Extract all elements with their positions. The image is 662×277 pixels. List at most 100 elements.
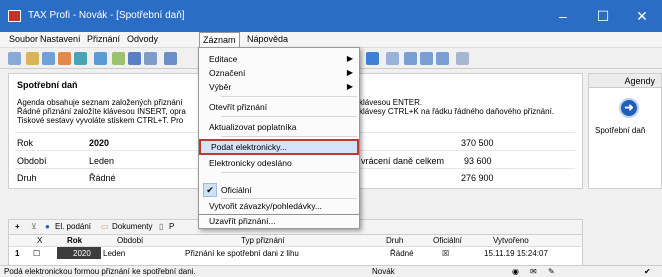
tab-dokumenty[interactable]: Dokumenty bbox=[112, 222, 152, 231]
menu-item-editace[interactable]: Editace ▶ bbox=[199, 52, 359, 66]
ok-icon: ✔ bbox=[644, 267, 651, 276]
field-value-right: 93 600 bbox=[464, 156, 492, 166]
mail-icon: ✉ bbox=[530, 267, 537, 276]
status-user: Novák bbox=[372, 267, 395, 276]
records-table: X Rok Období Typ přiznání Druh Oficiální… bbox=[8, 235, 583, 267]
tool-icon[interactable] bbox=[42, 52, 55, 65]
column-header[interactable]: Rok bbox=[67, 236, 82, 245]
tool-icon[interactable] bbox=[164, 52, 177, 65]
window-title: TAX Profi - Novák - [Spotřební daň] bbox=[28, 10, 185, 21]
pen-icon: ✎ bbox=[548, 267, 555, 276]
filter-icon[interactable]: ⊻ bbox=[31, 222, 37, 231]
menu-soubor[interactable]: Soubor bbox=[9, 34, 38, 44]
column-header[interactable]: Druh bbox=[386, 236, 403, 245]
cell-rok[interactable]: 2020 bbox=[73, 249, 91, 258]
tool-icon[interactable] bbox=[420, 52, 433, 65]
status-bar: Podá elektronickou formou přiznání ke sp… bbox=[0, 265, 662, 277]
tab-p[interactable]: P bbox=[169, 222, 174, 231]
menu-zaznam[interactable]: Záznam bbox=[199, 32, 240, 48]
menu-item-otevrit[interactable]: Otevřít přiznání bbox=[199, 100, 359, 114]
maximize-button[interactable]: ☐ bbox=[583, 0, 623, 32]
menu-napoveda[interactable]: Nápověda bbox=[247, 34, 288, 44]
tool-icon[interactable] bbox=[436, 52, 449, 65]
field-value-rok: 2020 bbox=[89, 138, 110, 148]
menu-bar: Soubor Nastavení Přiznání Odvody Záznam … bbox=[0, 32, 662, 48]
menu-separator bbox=[221, 116, 357, 117]
menu-item-oficialni[interactable]: Oficiální bbox=[199, 183, 359, 197]
zaznam-dropdown-tail: Uzavřít přiznání... bbox=[198, 215, 360, 229]
row-number: 1 bbox=[15, 249, 20, 258]
menu-item-vyber[interactable]: Výběr ▶ bbox=[199, 80, 359, 94]
menu-item-aktualizovat[interactable]: Aktualizovat poplatníka bbox=[199, 120, 359, 134]
status-message: Podá elektronickou formou přiznání ke sp… bbox=[4, 267, 196, 276]
tool-icon[interactable] bbox=[404, 52, 417, 65]
menu-item-oznaceni[interactable]: Označení ▶ bbox=[199, 66, 359, 80]
field-value-obdobi: Leden bbox=[89, 156, 115, 166]
table-header: X Rok Období Typ přiznání Druh Oficiální… bbox=[9, 235, 582, 247]
tool-icon[interactable] bbox=[94, 52, 107, 65]
menu-nastaveni[interactable]: Nastavení bbox=[40, 34, 81, 44]
column-header[interactable]: Vytvořeno bbox=[493, 236, 529, 245]
doc-icon: ▯ bbox=[159, 222, 164, 231]
cell-typ[interactable]: Přiznání ke spotřební dani z lihu bbox=[185, 249, 299, 258]
tool-icon[interactable] bbox=[456, 52, 469, 65]
column-header[interactable]: X bbox=[37, 236, 42, 245]
zaznam-dropdown: Editace ▶ Označení ▶ Výběr ▶ Otevřít při… bbox=[198, 47, 360, 215]
row-checkbox[interactable]: ☐ bbox=[33, 249, 40, 258]
submenu-arrow-icon: ▶ bbox=[346, 82, 353, 91]
field-value-druh: Řádné bbox=[89, 173, 116, 183]
menu-item-podat-elektronicky[interactable]: Podat elektronicky... bbox=[199, 139, 359, 155]
menu-item-uzavrit[interactable]: Uzavřít přiznání... bbox=[199, 215, 359, 227]
folder-icon: ▭ bbox=[101, 222, 109, 231]
tool-icon[interactable] bbox=[74, 52, 87, 65]
cell-vytvoreno[interactable]: 15.11.19 15:24:07 bbox=[484, 249, 548, 258]
tool-icon[interactable] bbox=[8, 52, 21, 65]
title-bar: TAX Profi - Novák - [Spotřební daň] – ☐ … bbox=[0, 0, 662, 32]
menu-item-elektronicky-odeslano[interactable]: Elektronicky odesláno bbox=[199, 156, 359, 170]
menu-separator bbox=[221, 136, 357, 137]
description-line: Agenda obsahuje seznam založených přizná… bbox=[17, 98, 183, 107]
agenda-label[interactable]: Spotřební daň bbox=[595, 126, 645, 135]
menu-separator bbox=[221, 198, 357, 199]
tab-el-podani[interactable]: El. podání bbox=[55, 222, 91, 231]
cell-druh[interactable]: Řádné bbox=[390, 249, 414, 258]
column-header[interactable]: Oficiální bbox=[433, 236, 462, 245]
field-label-right: vrácení daně celkem bbox=[361, 156, 445, 166]
field-label-obdobi: Období bbox=[17, 156, 47, 166]
agenda-icon[interactable]: ➜ bbox=[619, 98, 639, 118]
submenu-arrow-icon: ▶ bbox=[346, 54, 353, 63]
column-header[interactable]: Typ přiznání bbox=[241, 236, 285, 245]
add-icon[interactable]: + bbox=[15, 222, 20, 231]
field-value-right: 370 500 bbox=[461, 138, 494, 148]
menu-separator bbox=[221, 172, 357, 173]
field-label-rok: Rok bbox=[17, 138, 34, 148]
globe-icon: ● bbox=[45, 222, 50, 231]
tool-icon[interactable] bbox=[366, 52, 379, 65]
description-line: Řádné přiznání založíte klávesou INSERT,… bbox=[17, 107, 186, 116]
agendy-header: Agendy bbox=[589, 74, 661, 88]
page-title: Spotřební daň bbox=[17, 80, 78, 90]
field-label-druh: Druh bbox=[17, 173, 37, 183]
minimize-button[interactable]: – bbox=[543, 0, 583, 32]
cell-oficialni[interactable]: ☒ bbox=[442, 249, 449, 258]
close-button[interactable]: ✕ bbox=[622, 0, 662, 32]
description-line: klávesou ENTER. bbox=[359, 98, 423, 107]
tool-icon[interactable] bbox=[144, 52, 157, 65]
field-value-right: 276 900 bbox=[461, 173, 494, 183]
menu-priznani[interactable]: Přiznání bbox=[87, 34, 120, 44]
tool-icon[interactable] bbox=[112, 52, 125, 65]
description-line: Tiskové sestavy vyvoláte stiskem CTRL+T.… bbox=[17, 116, 184, 125]
tool-icon[interactable] bbox=[386, 52, 399, 65]
description-line: klávesy CTRL+K na řádku řádného daňového… bbox=[359, 107, 555, 116]
tool-icon[interactable] bbox=[58, 52, 71, 65]
menu-odvody[interactable]: Odvody bbox=[127, 34, 158, 44]
column-header[interactable]: Období bbox=[117, 236, 143, 245]
menu-separator bbox=[221, 96, 357, 97]
cell-obdobi[interactable]: Leden bbox=[103, 249, 125, 258]
submenu-arrow-icon: ▶ bbox=[346, 68, 353, 77]
tool-icon[interactable] bbox=[128, 52, 141, 65]
menu-item-vytvorit-zavazky[interactable]: Vytvořit závazky/pohledávky... bbox=[199, 200, 359, 212]
agendy-panel: Agendy ➜ Spotřební daň bbox=[588, 73, 662, 189]
app-icon bbox=[8, 10, 21, 22]
tool-icon[interactable] bbox=[26, 52, 39, 65]
